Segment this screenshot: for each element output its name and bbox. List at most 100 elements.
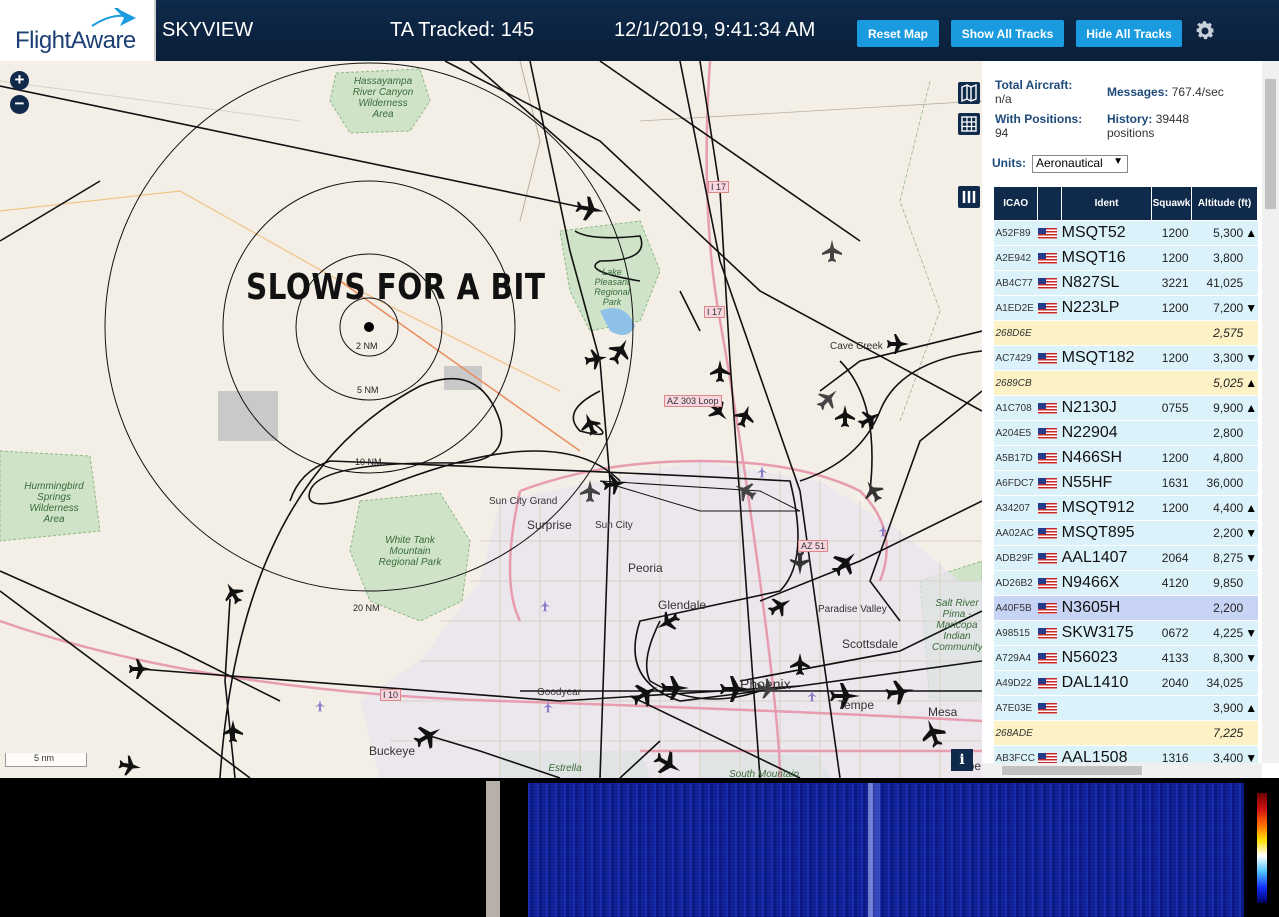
color-scale-bar xyxy=(1257,793,1267,903)
col-squawk[interactable]: Squawk xyxy=(1150,186,1193,221)
us-flag-icon xyxy=(1037,628,1057,640)
us-flag-icon xyxy=(1037,228,1057,240)
row-flag xyxy=(1037,420,1062,446)
row-flag xyxy=(1037,345,1062,371)
row-icao: 268D6E xyxy=(993,320,1038,346)
col-altitude[interactable]: Altitude (ft) xyxy=(1191,186,1258,221)
table-row[interactable]: ADB29F AAL1407 2064 8,275 ▼ xyxy=(993,545,1258,571)
reset-map-button[interactable]: Reset Map xyxy=(857,20,939,47)
receiver-location xyxy=(364,322,374,332)
row-ident: N55HF xyxy=(1061,470,1152,496)
row-flag xyxy=(1037,645,1062,671)
zoom-in-button[interactable]: + xyxy=(10,71,29,90)
pane-divider[interactable] xyxy=(486,781,500,917)
row-icao: A1C708 xyxy=(993,395,1038,421)
panel-horizontal-scrollbar[interactable] xyxy=(982,763,1262,778)
table-row[interactable]: A1ED2E N223LP 1200 7,200 ▼ xyxy=(993,295,1258,321)
highway-shield: I 17 xyxy=(704,306,726,318)
road xyxy=(0,80,301,122)
table-row[interactable]: A1C708 N2130J 0755 9,900 ▲ xyxy=(993,395,1258,421)
row-altitude: 9,900 xyxy=(1191,395,1246,421)
row-altitude-trend-icon xyxy=(1245,420,1258,446)
city-label: Scottsdale xyxy=(842,637,899,651)
waterfall-display xyxy=(528,783,1244,917)
scrollbar-thumb[interactable] xyxy=(1265,79,1276,209)
gear-icon[interactable] xyxy=(1193,19,1217,43)
table-row[interactable]: A49D22 DAL1410 2040 34,025 xyxy=(993,670,1258,696)
city-label: Phoenix xyxy=(740,676,791,692)
row-ident: N9466X xyxy=(1061,570,1152,596)
row-altitude-trend-icon: ▲ xyxy=(1245,370,1258,396)
col-icao[interactable]: ICAO xyxy=(992,186,1039,221)
map-icon[interactable] xyxy=(958,82,980,104)
row-altitude: 41,025 xyxy=(1191,270,1246,296)
table-row[interactable]: A5B17D N466SH 1200 4,800 xyxy=(993,445,1258,471)
grid-icon[interactable] xyxy=(958,113,980,135)
row-icao: 268ADE xyxy=(993,720,1038,746)
row-ident: MSQT16 xyxy=(1061,245,1152,271)
row-altitude-trend-icon: ▲ xyxy=(1245,395,1258,421)
units-dropdown[interactable]: Aeronautical ▼ xyxy=(1032,155,1128,173)
row-altitude-trend-icon: ▲ xyxy=(1245,495,1258,521)
us-flag-icon xyxy=(1037,578,1057,590)
row-flag xyxy=(1037,620,1062,646)
table-row[interactable]: 268ADE 7,225 xyxy=(993,720,1258,746)
table-row[interactable]: A98515 SKW3175 0672 4,225 ▼ xyxy=(993,620,1258,646)
row-altitude-trend-icon: ▼ xyxy=(1245,545,1258,571)
row-altitude: 7,200 xyxy=(1191,295,1246,321)
row-squawk: 1200 xyxy=(1151,245,1192,271)
columns-icon[interactable] xyxy=(958,186,980,208)
row-altitude-trend-icon: ▼ xyxy=(1245,520,1258,546)
messages-value: 767.4/sec xyxy=(1171,85,1224,99)
table-row[interactable]: A34207 MSQT912 1200 4,400 ▲ xyxy=(993,495,1258,521)
row-altitude-trend-icon xyxy=(1245,720,1258,746)
table-row[interactable]: A7E03E 3,900 ▲ xyxy=(993,695,1258,721)
row-squawk xyxy=(1151,320,1192,346)
row-squawk: 0672 xyxy=(1151,620,1192,646)
table-row[interactable]: 2689CB 5,025 ▲ xyxy=(993,370,1258,396)
table-row[interactable]: AD26B2 N9466X 4120 9,850 xyxy=(993,570,1258,596)
info-button[interactable]: i xyxy=(951,749,973,771)
range-ring-label: 2 NM xyxy=(356,341,378,351)
city-label: Paradise Valley xyxy=(818,604,887,615)
table-row[interactable]: A52F89 MSQT52 1200 5,300 ▲ xyxy=(993,220,1258,246)
city-label: Buckeye xyxy=(369,744,416,758)
us-flag-icon xyxy=(1037,403,1057,415)
panel-vertical-scrollbar[interactable] xyxy=(1262,61,1279,763)
row-altitude: 3,900 xyxy=(1191,695,1246,721)
row-squawk: 4133 xyxy=(1151,645,1192,671)
table-row[interactable]: A2E942 MSQT16 1200 3,800 xyxy=(993,245,1258,271)
show-all-tracks-button[interactable]: Show All Tracks xyxy=(951,20,1064,47)
row-flag xyxy=(1037,320,1062,346)
table-row[interactable]: A6FDC7 N55HF 1631 36,000 xyxy=(993,470,1258,496)
table-row[interactable]: AC7429 MSQT182 1200 3,300 ▼ xyxy=(993,345,1258,371)
row-ident: MSQT52 xyxy=(1061,220,1152,246)
table-row[interactable]: AA02AC MSQT895 2,200 ▼ xyxy=(993,520,1258,546)
zoom-out-button[interactable]: − xyxy=(10,95,29,114)
table-row[interactable]: A729A4 N56023 4133 8,300 ▼ xyxy=(993,645,1258,671)
row-squawk: 3221 xyxy=(1151,270,1192,296)
row-flag xyxy=(1037,470,1062,496)
highway-shield: I 10 xyxy=(380,689,402,701)
park-label: South Mountain xyxy=(728,769,800,778)
map-canvas[interactable] xyxy=(0,61,982,778)
table-row[interactable]: AB4C77 N827SL 3221 41,025 xyxy=(993,270,1258,296)
us-flag-icon xyxy=(1037,553,1057,565)
row-ident: N223LP xyxy=(1061,295,1152,321)
wilderness-label: Hummingbird Springs Wilderness Area xyxy=(24,481,84,525)
table-row[interactable]: 268D6E 2,575 xyxy=(993,320,1258,346)
row-icao: A98515 xyxy=(993,620,1038,646)
row-ident: MSQT912 xyxy=(1061,495,1152,521)
row-flag xyxy=(1037,220,1062,246)
row-ident xyxy=(1061,320,1152,346)
scrollbar-thumb[interactable] xyxy=(1002,766,1142,775)
hide-all-tracks-button[interactable]: Hide All Tracks xyxy=(1076,20,1182,47)
row-altitude-trend-icon xyxy=(1245,445,1258,471)
table-row[interactable]: A204E5 N22904 2,800 xyxy=(993,420,1258,446)
map-view[interactable]: + − Hassayampa River Canyon Wilderness A… xyxy=(0,61,982,778)
flightaware-logo[interactable]: FlightAware xyxy=(0,0,156,61)
col-ident[interactable]: Ident xyxy=(1061,186,1152,221)
col-flag[interactable] xyxy=(1037,186,1063,221)
table-row[interactable]: A40F5B N3605H 2,200 xyxy=(993,595,1258,621)
row-squawk: 1200 xyxy=(1151,495,1192,521)
